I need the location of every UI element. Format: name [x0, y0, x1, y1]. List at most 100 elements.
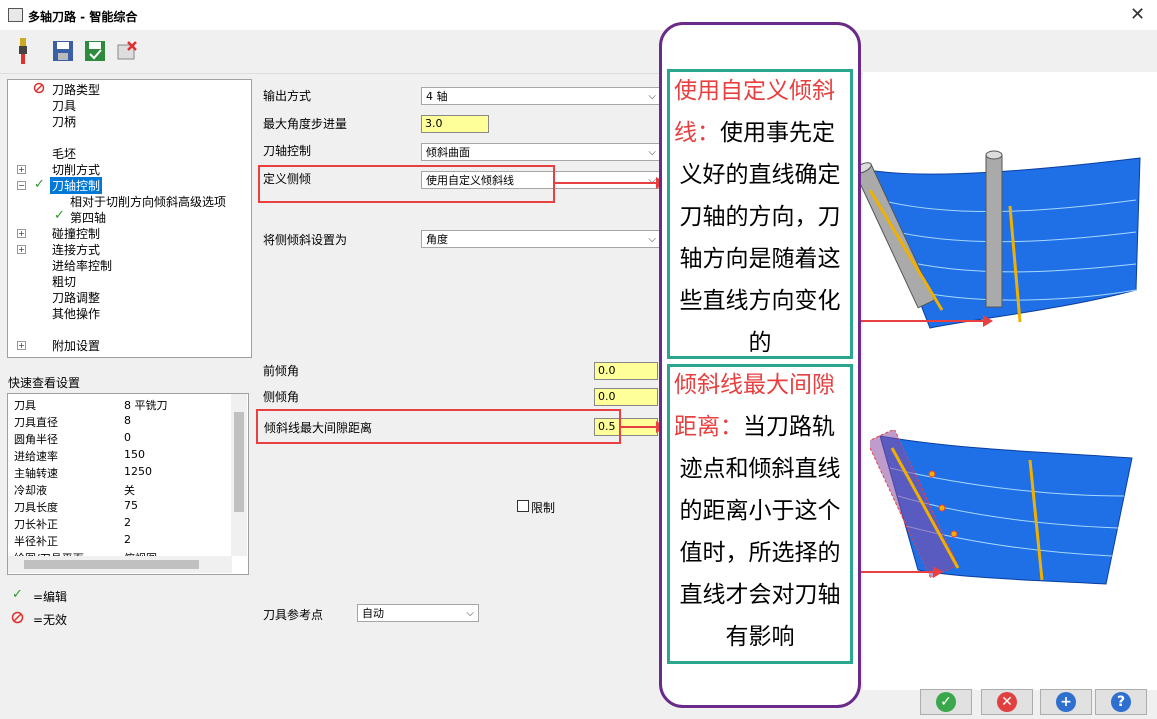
- callout-2-line: 的距离小于这个: [679, 498, 841, 524]
- chevron-down-icon: ⌵: [466, 608, 474, 619]
- callout-1-line: 的: [748, 330, 772, 356]
- legend-edit: =编辑: [33, 590, 68, 604]
- quick-row-key: 刀具: [14, 399, 36, 412]
- output-select[interactable]: 4 轴 ⌵: [421, 87, 661, 105]
- chevron-down-icon: ⌵: [648, 147, 656, 158]
- vertical-scrollbar[interactable]: [231, 394, 247, 556]
- axis-control-select[interactable]: 倾斜曲面 ⌵: [421, 143, 661, 161]
- quick-row-key: 刀长补正: [14, 518, 58, 531]
- tree-item-cut-pattern[interactable]: 切削方式: [52, 161, 100, 178]
- ok-button[interactable]: ✓: [920, 689, 972, 715]
- quick-row-key: 圆角半径: [14, 433, 58, 446]
- chevron-down-icon: ⌵: [648, 91, 656, 102]
- horizontal-scrollbar[interactable]: [8, 556, 232, 573]
- window-icon: [8, 8, 23, 22]
- callout-1-line: 义好的直线确定: [679, 162, 841, 188]
- tree-item-additional[interactable]: 附加设置: [52, 337, 100, 354]
- chevron-down-icon: ⌵: [648, 234, 656, 245]
- tree-item-toolpath-type[interactable]: 刀路类型: [52, 81, 100, 98]
- pointer-arrow: [855, 571, 935, 573]
- limit-checkbox[interactable]: [517, 500, 529, 512]
- edit-check-icon: ✓: [12, 587, 23, 602]
- close-icon[interactable]: ✕: [1130, 4, 1145, 25]
- set-tilt-select[interactable]: 角度 ⌵: [421, 230, 661, 248]
- tree-item-fourth-axis[interactable]: 第四轴: [70, 209, 106, 226]
- chevron-down-icon: ⌵: [648, 175, 656, 186]
- tree-item-collision[interactable]: 碰撞控制: [52, 225, 100, 242]
- quick-view-list: 刀具 8 平铣刀 刀具直径 8 圆角半径 0 进给速率 150 主轴转速 1250 冷却液 关刀具长度…: [7, 393, 249, 575]
- quick-row-value: 8: [124, 414, 131, 427]
- max-step-label: 最大角度步进量: [263, 117, 348, 131]
- tree-item-tool-axis-control[interactable]: 刀轴控制: [50, 177, 103, 194]
- tree-item-other-ops[interactable]: 其他操作: [52, 305, 100, 322]
- callout-1-line: 刀轴的方向，刀: [679, 204, 841, 230]
- tool-ref-select[interactable]: 自动 ⌵: [357, 604, 479, 622]
- close-icon: ✕: [997, 692, 1017, 712]
- axis-control-label: 刀轴控制: [263, 144, 312, 158]
- legend-invalid: =无效: [33, 613, 68, 627]
- highlight-box: [256, 409, 621, 444]
- tree-item-path-adjust[interactable]: 刀路调整: [52, 289, 100, 306]
- check-icon: ✓: [936, 692, 956, 712]
- expand-icon[interactable]: +: [17, 229, 26, 238]
- callout-text-1: 使用自定义倾斜 线：使用事先定 义好的直线确定 刀轴的方向，刀 轴方向是随着这 …: [670, 70, 850, 364]
- tree-item-holder[interactable]: 刀柄: [52, 113, 76, 130]
- add-button[interactable]: +: [1040, 689, 1092, 715]
- toolbar: [0, 31, 1157, 74]
- quick-row-value: 2: [124, 533, 131, 546]
- save-green-icon[interactable]: [84, 40, 106, 62]
- quick-row-value: 1250: [124, 465, 152, 478]
- tool-icon[interactable]: [12, 38, 34, 66]
- save-icon[interactable]: [52, 40, 74, 62]
- highlight-box: [258, 165, 555, 203]
- check-icon: ✓: [34, 177, 45, 192]
- quick-row-value: 2: [124, 516, 131, 529]
- lead-angle-input[interactable]: 0.0: [594, 362, 658, 380]
- callout-1-line: 些直线方向变化: [679, 288, 841, 314]
- quick-row-key: 刀具直径: [14, 416, 58, 429]
- callout-1-line: 使用自定义倾斜: [674, 78, 835, 104]
- tree-item-tilt-advanced[interactable]: 相对于切削方向倾斜高级选项: [70, 193, 226, 210]
- axis-control-value: 倾斜曲面: [426, 146, 470, 159]
- arrow-head: [983, 315, 993, 327]
- max-step-input[interactable]: 3.0: [421, 115, 489, 133]
- tool-ref-label: 刀具参考点: [263, 608, 324, 622]
- quick-row-key: 刀具长度: [14, 501, 58, 514]
- collapse-icon[interactable]: −: [17, 181, 26, 190]
- tree-item-stock[interactable]: 毛坯: [52, 145, 76, 162]
- output-value: 4 轴: [426, 90, 448, 103]
- tree-item-tool[interactable]: 刀具: [52, 97, 76, 114]
- tree-item-linking[interactable]: 连接方式: [52, 241, 100, 258]
- cancel-button[interactable]: ✕: [981, 689, 1033, 715]
- arrow-head: [933, 566, 943, 578]
- set-tilt-value: 角度: [426, 233, 448, 246]
- help-button[interactable]: ?: [1095, 689, 1147, 715]
- scroll-thumb[interactable]: [234, 412, 244, 512]
- side-angle-input[interactable]: 0.0: [594, 388, 658, 406]
- surface-illustration-2: [870, 430, 1133, 585]
- title-bar: 多轴刀路 - 智能综合 ✕: [0, 0, 1157, 30]
- quick-view-title: 快速查看设置: [8, 376, 81, 390]
- invalid-icon: [11, 611, 24, 624]
- callout-2-line: 距离：当刀路轨: [674, 414, 835, 440]
- quick-row-key: 冷却液: [14, 484, 47, 497]
- pointer-arrow: [621, 426, 658, 428]
- quick-row-value: 0: [124, 431, 131, 444]
- tree-item-roughing[interactable]: 粗切: [52, 273, 76, 290]
- delete-icon[interactable]: [116, 40, 138, 62]
- callout-2-line: 值时，所选择的: [679, 540, 841, 566]
- callout-2-line: 迹点和倾斜直线: [679, 456, 841, 482]
- lead-angle-label: 前倾角: [263, 364, 300, 378]
- scroll-thumb[interactable]: [24, 560, 199, 569]
- callout-2-line: 倾斜线最大间隙: [674, 372, 835, 398]
- expand-icon[interactable]: +: [17, 165, 26, 174]
- quick-row-key: 主轴转速: [14, 467, 58, 480]
- quick-row-value: 关: [124, 484, 135, 497]
- surface-illustration-1: [860, 150, 1141, 329]
- expand-icon[interactable]: +: [17, 341, 26, 350]
- callout-text-2: 倾斜线最大间隙 距离：当刀路轨 迹点和倾斜直线 的距离小于这个 值时，所选择的 …: [670, 364, 850, 658]
- tree-item-feed-control[interactable]: 进给率控制: [52, 257, 112, 274]
- quick-row-value: 8 平铣刀: [124, 399, 168, 412]
- expand-icon[interactable]: +: [17, 245, 26, 254]
- limit-label: 限制: [531, 501, 556, 515]
